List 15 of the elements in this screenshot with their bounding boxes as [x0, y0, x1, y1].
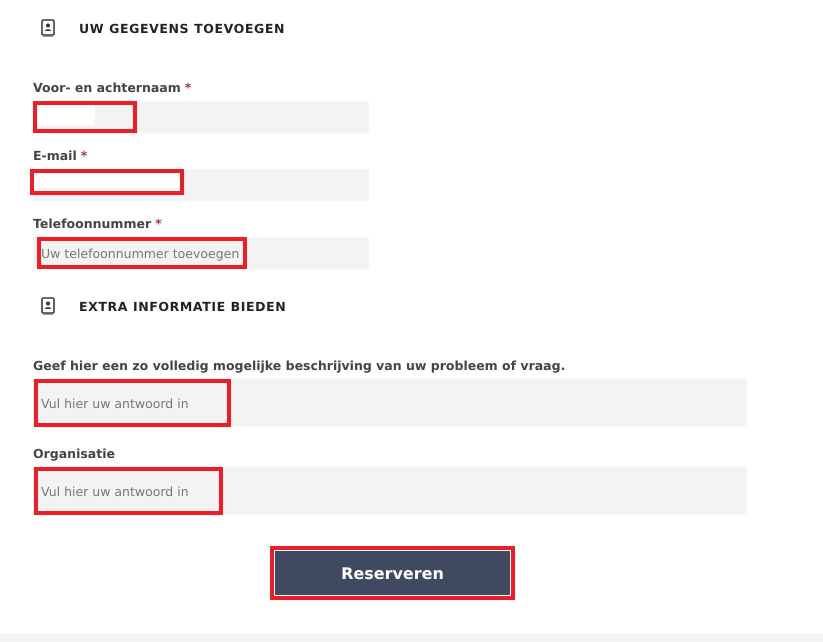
- required-mark: *: [184, 79, 192, 97]
- required-mark: *: [155, 215, 162, 233]
- field-label: Geef hier een zo volledig mogelijke beschrijving van uw probleem of vraag.: [33, 357, 566, 375]
- section-title: UW GEGEVENS TOEVOEGEN: [79, 20, 286, 36]
- field-label: E-mail: [33, 147, 77, 165]
- field-label: Organisatie: [33, 445, 115, 463]
- contact-book-icon: [41, 19, 55, 37]
- field-label: Voor- en achternaam: [33, 79, 181, 97]
- contact-book-icon: [41, 297, 55, 315]
- input-field[interactable]: Vul hier uw antwoord in: [33, 379, 747, 427]
- required-mark: *: [80, 147, 88, 165]
- field-label: Telefoonnummer: [33, 215, 152, 233]
- reserve-button[interactable]: Reserveren: [275, 551, 510, 595]
- input-field[interactable]: Vul hier uw antwoord in: [33, 467, 747, 515]
- section-title: EXTRA INFORMATIE BIEDEN: [79, 298, 286, 314]
